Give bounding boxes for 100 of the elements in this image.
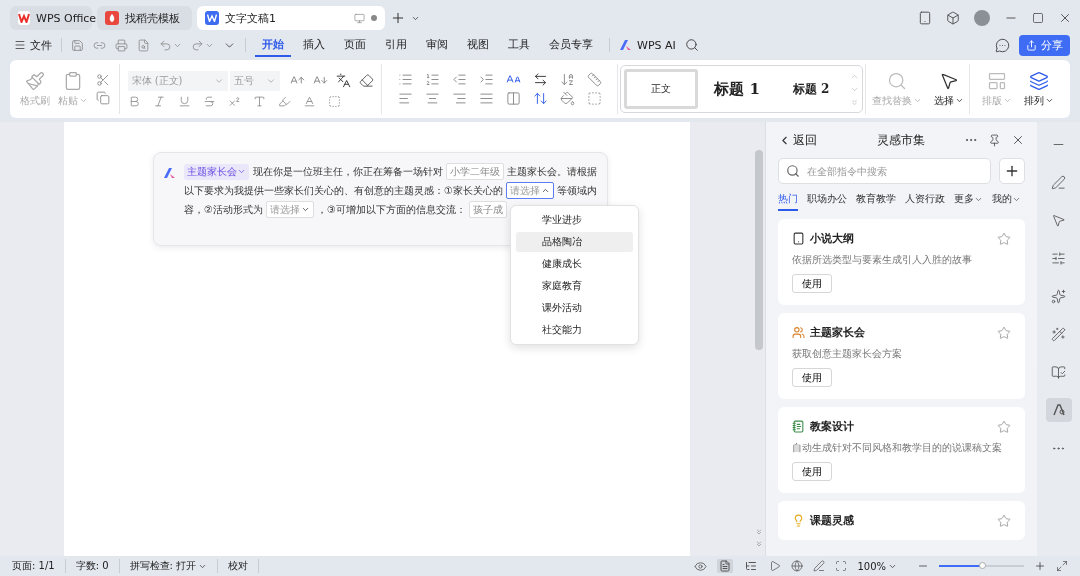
cut-icon[interactable] (95, 73, 110, 87)
file-menu[interactable]: 文件 (30, 37, 52, 53)
copy-icon[interactable] (95, 91, 110, 105)
phonetic-icon[interactable] (335, 73, 351, 88)
back-link[interactable]: 返回 (778, 131, 817, 149)
ribbon-tab[interactable]: 插入 (296, 33, 332, 57)
ruler-icon[interactable] (586, 72, 602, 87)
slider-thumb[interactable] (978, 562, 986, 569)
add-button[interactable] (999, 158, 1025, 184)
dropdown-option[interactable]: 家庭教育 (516, 276, 633, 296)
page-down-icon[interactable] (755, 528, 763, 536)
font-color-icon[interactable] (302, 94, 316, 108)
ribbon-tab[interactable]: 审阅 (419, 33, 455, 57)
ribbon-tab[interactable]: 视图 (460, 33, 496, 57)
text-effect-icon[interactable] (252, 94, 266, 108)
monitor-icon[interactable] (354, 12, 365, 24)
status-text[interactable]: 校对 (228, 559, 260, 573)
fullscreen-icon[interactable] (1056, 560, 1068, 572)
search-icon[interactable] (684, 38, 699, 52)
category-tab[interactable]: 教育教学 (856, 192, 896, 211)
play-icon[interactable] (769, 560, 782, 572)
style-preset[interactable]: 标题 1 (702, 69, 772, 109)
save-icon[interactable] (71, 38, 84, 52)
ribbon-tab[interactable]: 引用 (378, 33, 414, 57)
page-view-icon[interactable] (717, 559, 734, 573)
style-preset[interactable]: 正文 (624, 69, 698, 109)
chat-icon[interactable] (995, 37, 1010, 53)
dropdown-option[interactable]: 学业进步 (516, 210, 633, 230)
category-tab[interactable]: 我的 (992, 192, 1021, 211)
border-icon[interactable] (586, 91, 602, 106)
fit-icon[interactable] (835, 560, 848, 572)
eye-icon[interactable] (694, 559, 708, 573)
star-icon[interactable] (997, 231, 1011, 246)
pen-icon[interactable] (813, 560, 826, 572)
category-tab[interactable]: 热门 (778, 192, 798, 211)
close-icon[interactable] (1058, 11, 1072, 25)
page-down-icon[interactable] (755, 540, 763, 548)
swap-icon[interactable] (532, 72, 548, 87)
redo-icon[interactable] (191, 38, 204, 52)
use-button[interactable]: 使用 (792, 368, 832, 387)
dropdown-option[interactable]: 课外活动 (516, 298, 633, 318)
star-icon[interactable] (997, 513, 1011, 528)
ribbon-tab[interactable]: 工具 (501, 33, 537, 57)
italic-icon[interactable] (152, 94, 166, 108)
fill-icon[interactable] (559, 91, 575, 106)
user-avatar[interactable] (974, 10, 990, 26)
numbering-icon[interactable] (424, 72, 440, 87)
dropdown-option[interactable]: 社交能力 (516, 320, 633, 340)
dropdown-option[interactable]: 品格陶冶 (516, 232, 633, 252)
print-icon[interactable] (115, 38, 128, 52)
sort-icon[interactable] (559, 72, 575, 87)
document-tab[interactable]: 找稻壳模板 (97, 6, 192, 30)
input-field[interactable]: 孩子成 (468, 201, 507, 218)
ribbon-tab[interactable]: 开始 (255, 33, 291, 57)
outdent-icon[interactable] (451, 72, 467, 87)
close-icon[interactable] (1011, 133, 1025, 147)
category-tab[interactable]: 更多 (954, 192, 983, 211)
wps-ai-menu[interactable]: WPS AI (637, 38, 676, 52)
globe-icon[interactable] (791, 560, 804, 572)
document-tab[interactable]: 文字文稿1 (197, 6, 385, 30)
indent-icon[interactable] (478, 72, 494, 87)
menu-icon[interactable] (14, 39, 26, 51)
strikethrough-icon[interactable] (202, 94, 216, 108)
ribbon-tab[interactable]: 页面 (337, 33, 373, 57)
tablet-icon[interactable] (918, 11, 932, 25)
zoom-select[interactable]: 100% (857, 560, 907, 572)
search-field[interactable]: 在全部指令中搜索 (778, 158, 991, 184)
distribute-icon[interactable] (505, 91, 521, 106)
align-right-icon[interactable] (451, 91, 467, 106)
status-text[interactable]: 拼写检查: 打开 (129, 559, 219, 573)
undo-icon[interactable] (159, 38, 172, 52)
share-button[interactable]: 分享 (1019, 34, 1070, 56)
underline-icon[interactable] (177, 94, 191, 108)
highlighter-icon[interactable] (277, 94, 291, 108)
cube-icon[interactable] (946, 11, 960, 25)
scrollbar-thumb[interactable] (755, 150, 763, 350)
input-field[interactable]: 小学二年级 (446, 163, 504, 180)
justify-icon[interactable] (478, 91, 494, 106)
zoom-in-icon[interactable] (1034, 560, 1046, 572)
ai-icon[interactable] (1045, 398, 1072, 422)
shading-icon[interactable] (327, 94, 341, 108)
ribbon-tab[interactable]: 会员专享 (542, 33, 600, 57)
line-spacing-icon[interactable] (532, 91, 548, 106)
star-icon[interactable] (997, 419, 1011, 434)
restore-icon[interactable] (1032, 12, 1044, 24)
style-preset[interactable]: 标题 2 (776, 69, 846, 109)
align-center-icon[interactable] (424, 91, 440, 106)
use-button[interactable]: 使用 (792, 462, 832, 481)
superscript-icon[interactable] (227, 94, 241, 108)
eraser-icon[interactable] (358, 73, 374, 88)
align-left-icon[interactable] (397, 91, 413, 106)
category-tab[interactable]: 职场办公 (807, 192, 847, 211)
use-button[interactable]: 使用 (792, 274, 832, 293)
bullets-icon[interactable] (397, 72, 413, 87)
pin-icon[interactable] (988, 133, 1001, 147)
template-select[interactable]: 主题家长会 (184, 163, 249, 180)
preview-icon[interactable] (137, 38, 150, 52)
star-icon[interactable] (997, 325, 1011, 340)
category-tab[interactable]: 人资行政 (905, 192, 945, 211)
dropdown-option[interactable]: 健康成长 (516, 254, 633, 274)
